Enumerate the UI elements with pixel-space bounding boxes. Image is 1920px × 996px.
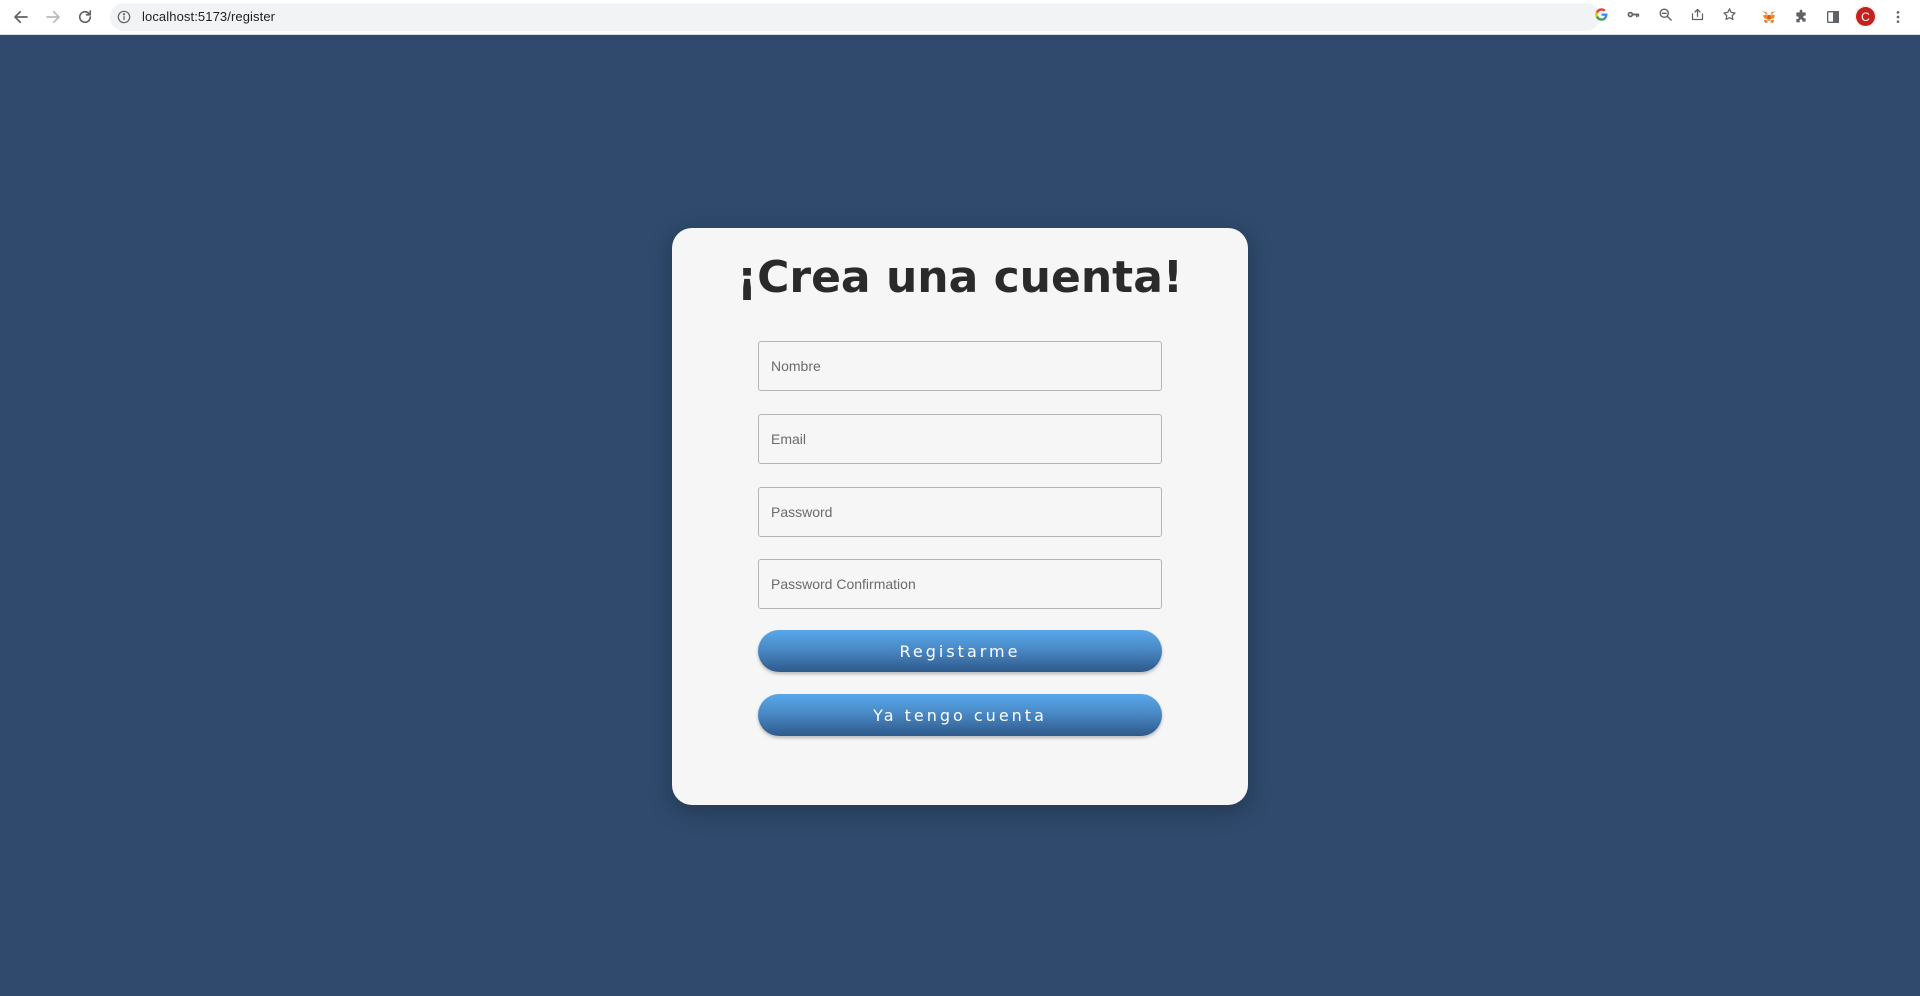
have-account-button[interactable]: Ya tengo cuenta xyxy=(758,694,1162,736)
profile-avatar[interactable]: C xyxy=(1855,6,1876,27)
bookmark-button[interactable] xyxy=(1720,5,1738,23)
google-translate-button[interactable] xyxy=(1592,5,1610,23)
register-card: ¡Crea una cuenta! Registarme Ya tengo cu… xyxy=(672,228,1248,805)
password-confirmation-field[interactable] xyxy=(758,559,1162,609)
password-field[interactable] xyxy=(758,487,1162,537)
side-panel-button[interactable] xyxy=(1822,5,1844,29)
url-text: localhost:5173/register xyxy=(142,9,276,24)
extensions-button[interactable] xyxy=(1790,5,1812,29)
google-icon xyxy=(1594,7,1607,21)
browser-menu-button[interactable] xyxy=(1887,5,1909,29)
arrow-right-icon xyxy=(46,10,60,24)
share-icon xyxy=(1691,8,1703,20)
register-button[interactable]: Registarme xyxy=(758,630,1162,672)
arrow-left-icon xyxy=(14,10,28,24)
zoom-button[interactable] xyxy=(1656,5,1674,23)
page-title: ¡Crea una cuenta! xyxy=(737,252,1183,303)
side-panel-icon xyxy=(1827,11,1839,23)
kebab-menu-icon xyxy=(1896,11,1900,23)
puzzle-icon xyxy=(1796,9,1806,23)
email-field[interactable] xyxy=(758,414,1162,464)
reload-icon xyxy=(78,10,92,24)
metamask-extension-button[interactable] xyxy=(1758,5,1780,29)
password-manager-button[interactable] xyxy=(1624,5,1642,23)
name-field[interactable] xyxy=(758,341,1162,391)
fox-icon xyxy=(1762,11,1776,23)
info-icon[interactable] xyxy=(117,10,131,24)
reload-button[interactable] xyxy=(73,5,97,29)
zoom-out-icon xyxy=(1659,8,1672,21)
back-button[interactable] xyxy=(9,5,33,29)
forward-button[interactable] xyxy=(41,5,65,29)
share-button[interactable] xyxy=(1688,5,1706,23)
star-icon xyxy=(1722,7,1736,20)
key-icon xyxy=(1627,11,1639,17)
browser-toolbar: localhost:5173/register C xyxy=(0,0,1920,35)
address-bar[interactable]: localhost:5173/register xyxy=(110,3,1600,31)
